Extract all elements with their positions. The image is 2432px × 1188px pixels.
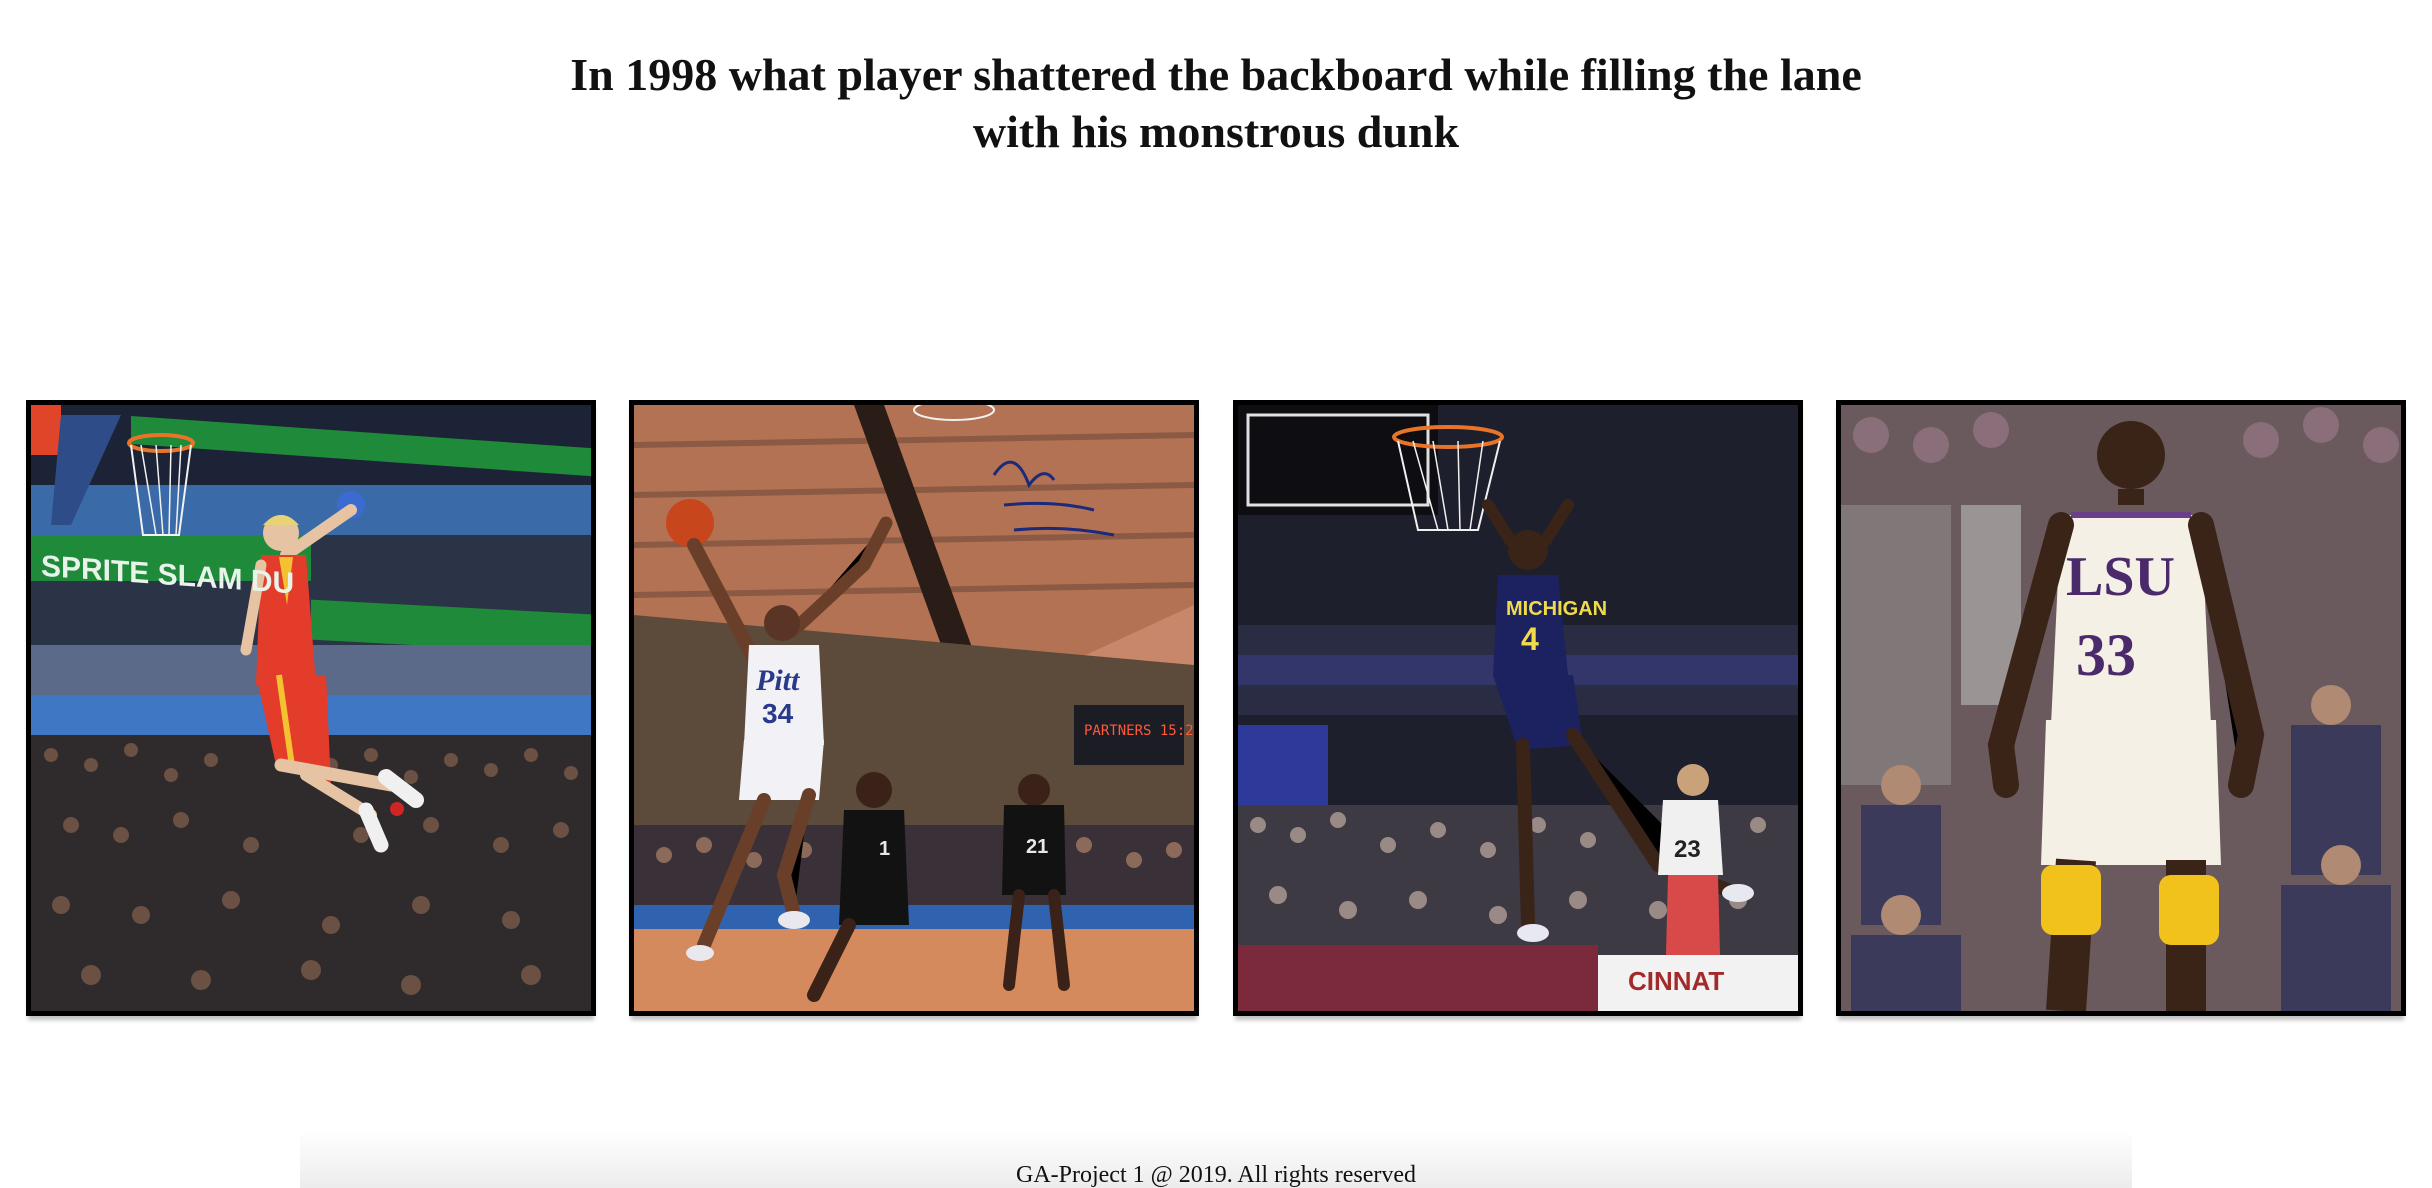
question-text: In 1998 what player shattered the backbo…	[570, 49, 1862, 157]
svg-text:LSU: LSU	[2066, 546, 2175, 608]
quiz-page: In 1998 what player shattered the backbo…	[0, 0, 2432, 1188]
answer-choice-2[interactable]: PARTNERS 15:26 Pitt 34 1 21	[629, 400, 1200, 1016]
svg-text:PARTNERS 15:26: PARTNERS 15:26	[1084, 723, 1194, 739]
svg-text:4: 4	[1521, 621, 1539, 657]
svg-text:MICHIGAN: MICHIGAN	[1506, 598, 1607, 620]
answer-choice-3[interactable]: CINNAT MICHIGAN 4 23	[1232, 400, 1803, 1016]
copyright-text: GA-Project 1 @ 2019. All rights reserved	[1015, 1162, 1417, 1188]
player-photo-1: SPRITE SLAM DU	[31, 405, 591, 1011]
player-photo-3: CINNAT MICHIGAN 4 23	[1237, 405, 1798, 1011]
svg-text:21: 21	[1026, 836, 1048, 858]
player-photo-2: PARTNERS 15:26 Pitt 34 1 21	[634, 405, 1195, 1011]
footer: GA-Project 1 @ 2019. All rights reserved	[300, 1130, 2132, 1188]
answer-choices: SPRITE SLAM DU PARTNERS 15:26 Pitt 34 1 …	[26, 400, 2406, 1016]
svg-text:1: 1	[879, 838, 890, 860]
svg-text:CINNAT: CINNAT	[1628, 966, 1724, 996]
svg-text:33: 33	[2076, 622, 2136, 688]
answer-choice-4[interactable]: LSU 33	[1835, 400, 2406, 1016]
answer-choice-1[interactable]: SPRITE SLAM DU	[26, 400, 596, 1016]
svg-text:Pitt: Pitt	[755, 664, 801, 697]
svg-text:23: 23	[1674, 836, 1701, 863]
svg-text:34: 34	[762, 698, 794, 729]
player-photo-4: LSU 33	[1840, 405, 2401, 1011]
